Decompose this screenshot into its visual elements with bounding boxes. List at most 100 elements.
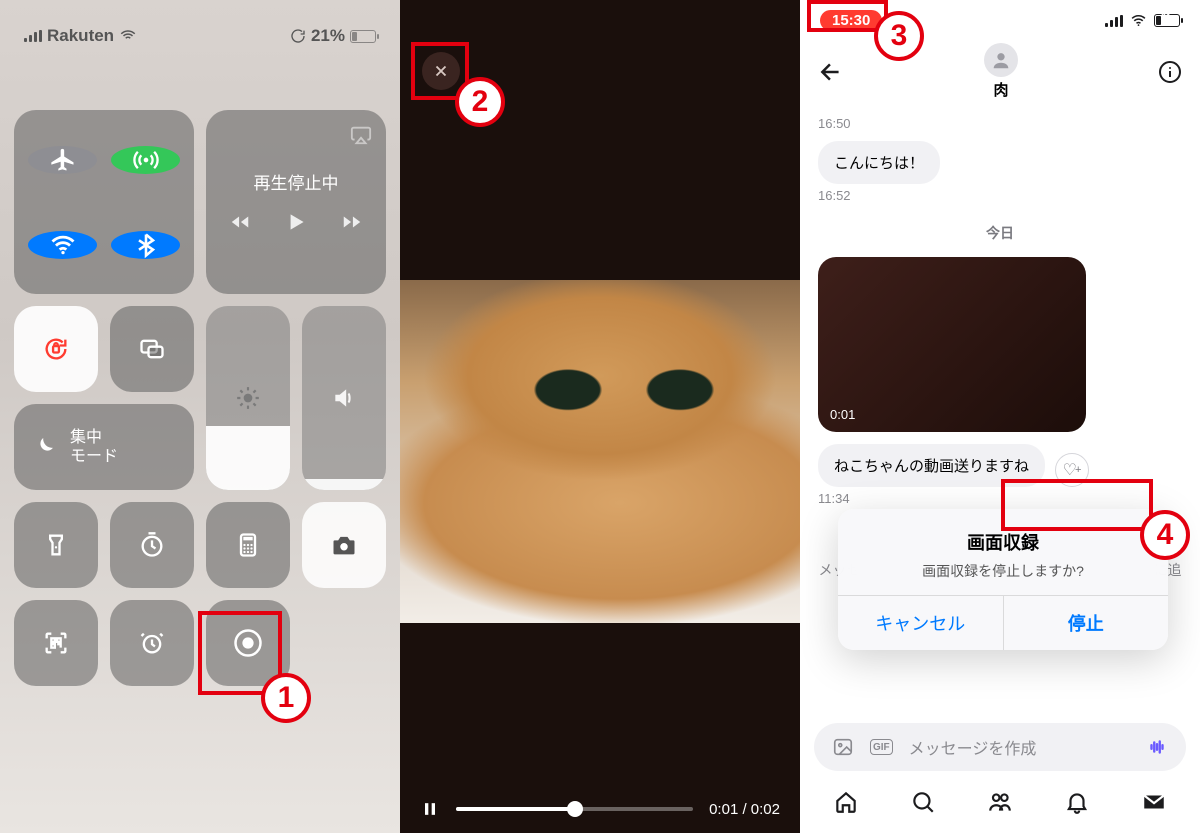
signal-icon — [24, 30, 42, 42]
video-controls: 0:01 / 0:02 — [400, 799, 800, 819]
chat-header: 肉 — [800, 31, 1200, 106]
timestamp: 11:34 — [818, 491, 1182, 506]
avatar — [984, 43, 1018, 77]
media-tile[interactable]: 再生停止中 — [206, 110, 386, 294]
mirror-icon — [138, 335, 166, 363]
cellular-button[interactable] — [111, 146, 180, 174]
media-title: 再生停止中 — [254, 169, 339, 194]
orientation-lock-tile[interactable] — [14, 306, 98, 392]
battery-percent: 21 — [1161, 12, 1171, 22]
connectivity-tile[interactable] — [14, 110, 194, 294]
bluetooth-button[interactable] — [111, 231, 180, 259]
video-thumbnail[interactable]: 0:01 — [818, 257, 1086, 432]
reaction-button[interactable]: ♡+ — [1055, 453, 1089, 487]
qr-tile[interactable] — [14, 600, 98, 686]
screen-mirror-tile[interactable] — [110, 306, 194, 392]
pause-icon[interactable] — [420, 799, 440, 819]
callout-3: 3 — [874, 11, 924, 61]
timestamp: 16:50 — [818, 116, 1182, 131]
search-icon[interactable] — [910, 789, 936, 815]
signal-icon — [1105, 15, 1123, 27]
sync-icon — [290, 28, 306, 44]
chat-name: 肉 — [993, 79, 1008, 100]
volume-slider[interactable] — [302, 306, 386, 490]
focus-label: 集中 モード — [70, 428, 118, 466]
video-time: 0:01 / 0:02 — [709, 801, 780, 818]
screen-control-center: Rakuten 21% 再生停止中 — [0, 0, 400, 833]
antenna-icon — [132, 146, 160, 174]
speaker-icon — [331, 384, 357, 412]
compose-bar[interactable]: GIF メッセージを作成 — [814, 723, 1186, 771]
info-button[interactable] — [1158, 60, 1182, 84]
status-bar: 15:30 21 — [800, 0, 1200, 31]
alarm-tile[interactable] — [110, 600, 194, 686]
close-button[interactable] — [422, 52, 460, 90]
airplane-button[interactable] — [28, 146, 97, 174]
callout-1: 1 — [261, 673, 311, 723]
wifi-button[interactable] — [28, 231, 97, 259]
chat-title-group[interactable]: 肉 — [984, 43, 1018, 100]
tab-bar — [800, 779, 1200, 833]
moon-icon — [32, 433, 56, 461]
message-bubble[interactable]: こんにちは！ — [818, 141, 940, 184]
flashlight-tile[interactable] — [14, 502, 98, 588]
screen-chat: 15:30 21 肉 16:50 こんにちは！ 16:52 今日 0:01 ねこ… — [800, 0, 1200, 833]
control-center-grid: 再生停止中 集中 モード — [0, 54, 400, 686]
carrier-label: Rakuten — [47, 26, 114, 46]
forward-icon[interactable] — [341, 208, 363, 236]
recording-indicator[interactable]: 15:30 — [820, 10, 882, 31]
status-right: 21 — [1105, 12, 1180, 29]
battery-icon — [350, 30, 376, 43]
status-left: Rakuten — [24, 26, 137, 46]
brightness-slider[interactable] — [206, 306, 290, 490]
mail-icon[interactable] — [1141, 789, 1167, 815]
back-button[interactable] — [818, 59, 844, 85]
play-icon[interactable] — [283, 208, 309, 236]
seek-bar[interactable] — [456, 807, 693, 811]
home-icon[interactable] — [833, 789, 859, 815]
airplay-icon[interactable] — [350, 124, 372, 146]
wifi-icon — [49, 231, 77, 259]
camera-tile[interactable] — [302, 502, 386, 588]
stop-recording-alert: 画面収録 画面収録を停止しますか? キャンセル 停止 — [838, 509, 1168, 650]
callout-4: 4 — [1140, 510, 1190, 560]
message-bubble[interactable]: ねこちゃんの動画送りますね — [818, 444, 1045, 487]
bluetooth-icon — [132, 231, 160, 259]
screen-record-tile[interactable] — [206, 600, 290, 686]
focus-tile[interactable]: 集中 モード — [14, 404, 194, 490]
video-duration: 0:01 — [830, 407, 855, 422]
alarm-icon — [138, 629, 166, 657]
flashlight-icon — [42, 531, 70, 559]
alert-cancel-button[interactable]: キャンセル — [838, 596, 1004, 650]
airplane-icon — [49, 146, 77, 174]
callout-2: 2 — [455, 77, 505, 127]
message-list[interactable]: 16:50 こんにちは！ 16:52 今日 0:01 ねこちゃんの動画送りますね… — [800, 106, 1200, 723]
compose-placeholder[interactable]: メッセージを作成 — [909, 735, 1130, 759]
qr-icon — [42, 629, 70, 657]
bell-icon[interactable] — [1064, 789, 1090, 815]
lock-rotation-icon — [42, 335, 70, 363]
screen-video-player: 0:01 / 0:02 2 — [400, 0, 800, 833]
wifi-icon — [1130, 12, 1147, 29]
seek-thumb[interactable] — [567, 801, 583, 817]
sun-icon — [235, 384, 261, 412]
timestamp: 16:52 — [818, 188, 1182, 203]
voice-icon[interactable] — [1146, 736, 1168, 758]
timer-tile[interactable] — [110, 502, 194, 588]
alert-body: 画面収録を停止しますか? — [854, 561, 1152, 581]
battery-percent: 21% — [311, 26, 345, 46]
rewind-icon[interactable] — [229, 208, 251, 236]
status-right: 21% — [290, 26, 376, 46]
alert-stop-button[interactable]: 停止 — [1004, 596, 1169, 650]
day-divider: 今日 — [818, 223, 1182, 243]
image-icon[interactable] — [832, 736, 854, 758]
people-icon[interactable] — [987, 789, 1013, 815]
video-frame[interactable] — [400, 280, 800, 623]
alert-title: 画面収録 — [854, 529, 1152, 555]
media-controls — [229, 208, 363, 236]
calculator-icon — [234, 531, 262, 559]
calculator-tile[interactable] — [206, 502, 290, 588]
person-icon — [990, 49, 1012, 71]
wifi-icon — [119, 27, 137, 45]
gif-icon[interactable]: GIF — [870, 739, 893, 755]
